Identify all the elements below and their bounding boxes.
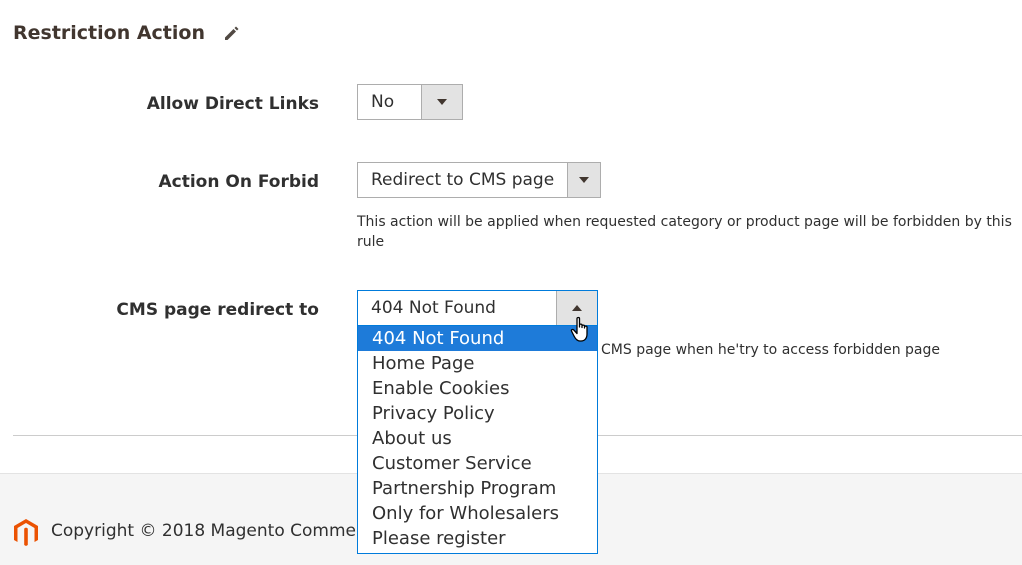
dropdown-option[interactable]: Privacy Policy: [358, 401, 597, 426]
hand-pointer-icon: [570, 316, 592, 344]
section-header: Restriction Action: [13, 22, 241, 44]
cms-redirect-label: CMS page redirect to: [116, 300, 319, 320]
action-on-forbid-value: Redirect to CMS page: [371, 170, 555, 190]
dropdown-option[interactable]: Please register: [358, 526, 597, 551]
action-on-forbid-label: Action On Forbid: [158, 172, 319, 192]
dropdown-option[interactable]: Partnership Program: [358, 476, 597, 501]
action-on-forbid-note: This action will be applied when request…: [357, 214, 1012, 250]
cms-redirect-select[interactable]: 404 Not Found: [357, 290, 598, 326]
dropdown-option[interactable]: 404 Not Found: [358, 326, 597, 351]
dropdown-option[interactable]: Enable Cookies: [358, 376, 597, 401]
chevron-down-icon[interactable]: [567, 163, 600, 197]
action-on-forbid-select[interactable]: Redirect to CMS page: [357, 162, 601, 198]
pencil-icon[interactable]: [223, 24, 241, 42]
section-title: Restriction Action: [13, 22, 205, 44]
cms-redirect-value: 404 Not Found: [371, 298, 496, 318]
dropdown-option[interactable]: Only for Wholesalers: [358, 501, 597, 526]
magento-logo-icon[interactable]: [13, 518, 39, 548]
allow-direct-links-select[interactable]: No: [357, 84, 463, 120]
allow-direct-links-value: No: [371, 92, 395, 112]
dropdown-option[interactable]: Customer Service: [358, 451, 597, 476]
page: Restriction Action Allow Direct Links No…: [0, 0, 1022, 565]
dropdown-option[interactable]: Home Page: [358, 351, 597, 376]
dropdown-option[interactable]: About us: [358, 426, 597, 451]
cms-redirect-options-list[interactable]: 404 Not Found Home Page Enable Cookies P…: [357, 326, 598, 554]
cms-redirect-note: CMS page when he'try to access forbidden…: [601, 342, 941, 358]
footer-copyright: Copyright © 2018 Magento Commerce: [51, 521, 383, 541]
allow-direct-links-label: Allow Direct Links: [146, 94, 319, 114]
chevron-down-icon[interactable]: [421, 85, 462, 119]
